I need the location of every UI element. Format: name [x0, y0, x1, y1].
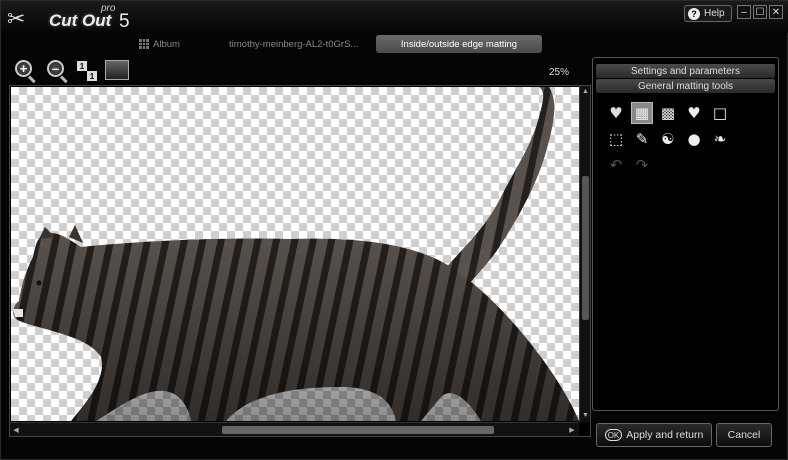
maximize-icon: ☐: [755, 6, 765, 18]
app-window: ✂ Cut Out pro 5 ? Help – ☐ ✕ Album timot…: [0, 0, 788, 460]
fit-to-window-button[interactable]: [105, 60, 129, 80]
tab-album-label: Album: [153, 38, 180, 50]
cancel-button[interactable]: Cancel: [716, 423, 772, 447]
vertical-scroll-thumb[interactable]: [582, 176, 589, 320]
actual-size-button[interactable]: 1 1: [75, 59, 99, 83]
cat-cutout-image: [13, 87, 579, 421]
minimize-icon: –: [741, 6, 747, 18]
help-label: Help: [704, 8, 725, 19]
logo-pro: pro: [101, 3, 116, 14]
tools-panel: Settings and parameters General matting …: [592, 57, 779, 411]
app-logo: ✂ Cut Out pro 5: [5, 3, 135, 33]
swirl-icon[interactable]: ☯: [657, 128, 679, 150]
help-button[interactable]: ? Help: [684, 5, 732, 22]
image-canvas[interactable]: [11, 87, 579, 421]
minimize-button[interactable]: –: [737, 5, 751, 19]
scroll-right-icon[interactable]: ▶: [567, 425, 577, 435]
ok-badge: OK: [604, 429, 623, 441]
horizontal-scroll-thumb[interactable]: [222, 426, 494, 434]
maximize-button[interactable]: ☐: [753, 5, 767, 19]
apply-and-return-button[interactable]: OK Apply and return: [596, 423, 712, 447]
scroll-left-icon[interactable]: ◀: [11, 425, 21, 435]
title-bar: ✂ Cut Out pro 5 ? Help – ☐ ✕: [1, 1, 788, 33]
actual-size-icon: 1: [77, 61, 87, 71]
scroll-up-icon[interactable]: ▲: [581, 87, 590, 96]
heart-icon[interactable]: ♥: [683, 102, 705, 124]
feather-icon[interactable]: ❧: [709, 128, 731, 150]
horizontal-scrollbar[interactable]: ◀ ▶: [10, 422, 579, 436]
lasso-icon[interactable]: ⬚: [605, 128, 627, 150]
zoom-in-button[interactable]: +: [13, 59, 37, 84]
checker-brush-icon[interactable]: ▦: [631, 102, 653, 124]
vertical-scrollbar[interactable]: ▲ ▼: [579, 86, 590, 422]
canvas-frame: ▲ ▼ ◀ ▶: [9, 85, 591, 437]
grid-icon: [139, 39, 149, 49]
brush-icon[interactable]: ✎: [631, 128, 653, 150]
square-icon[interactable]: □: [709, 102, 731, 124]
tab-bar: Album timothy-meinberg-AL2-t0GrS... Insi…: [1, 33, 788, 55]
question-icon: ?: [688, 7, 700, 20]
checker-icon[interactable]: ▩: [657, 102, 679, 124]
logo-text: Cut Out: [49, 11, 112, 30]
view-toolbar: + – 1 1 25%: [9, 57, 589, 85]
zoom-out-button[interactable]: –: [45, 59, 69, 84]
scissors-icon: ✂: [7, 7, 26, 32]
settings-header[interactable]: Settings and parameters: [596, 64, 775, 78]
heart-fill-icon[interactable]: ♥: [605, 102, 627, 124]
tab-edge-matting[interactable]: Inside/outside edge matting: [376, 35, 542, 53]
apply-label: Apply and return: [626, 429, 704, 441]
close-button[interactable]: ✕: [769, 5, 783, 19]
tab-file[interactable]: timothy-meinberg-AL2-t0GrS...: [229, 35, 358, 53]
logo-version: 5: [119, 11, 130, 32]
scroll-down-icon[interactable]: ▼: [581, 411, 590, 420]
sphere-icon[interactable]: ●: [683, 128, 705, 150]
zoom-level: 25%: [549, 67, 570, 78]
close-icon: ✕: [771, 6, 781, 18]
matting-tools-header[interactable]: General matting tools: [596, 79, 775, 93]
undo-icon[interactable]: ↶: [605, 154, 627, 176]
tab-album[interactable]: Album: [139, 35, 180, 53]
actual-size-icon-2: 1: [87, 71, 97, 81]
redo-icon[interactable]: ↷: [631, 154, 653, 176]
